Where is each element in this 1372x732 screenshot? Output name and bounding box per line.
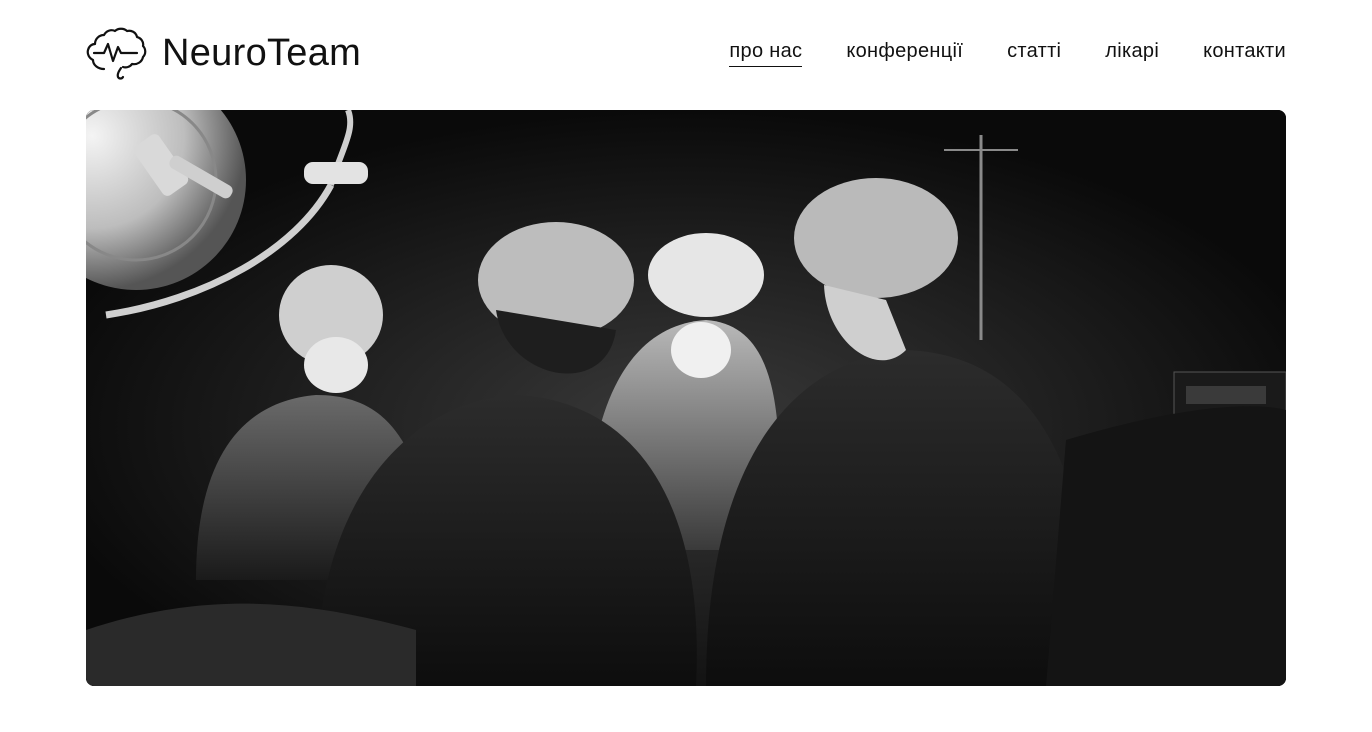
nav-item-conferences[interactable]: конференції (846, 40, 963, 66)
nav-item-articles[interactable]: статті (1007, 40, 1061, 66)
surgeons-photo (86, 110, 1286, 686)
brain-pulse-icon (86, 27, 147, 80)
logo-text: NeuroTeam (162, 31, 362, 74)
nav-item-doctors[interactable]: лікарі (1105, 40, 1159, 66)
main-nav: про нас конференції статті лікарі контак… (729, 40, 1286, 67)
nav-item-about[interactable]: про нас (729, 40, 803, 67)
hero-image (86, 110, 1286, 686)
site-header: NeuroTeam про нас конференції статті лік… (86, 24, 1286, 82)
logo-link[interactable]: NeuroTeam (86, 25, 361, 81)
nav-item-contacts[interactable]: контакти (1203, 40, 1286, 66)
